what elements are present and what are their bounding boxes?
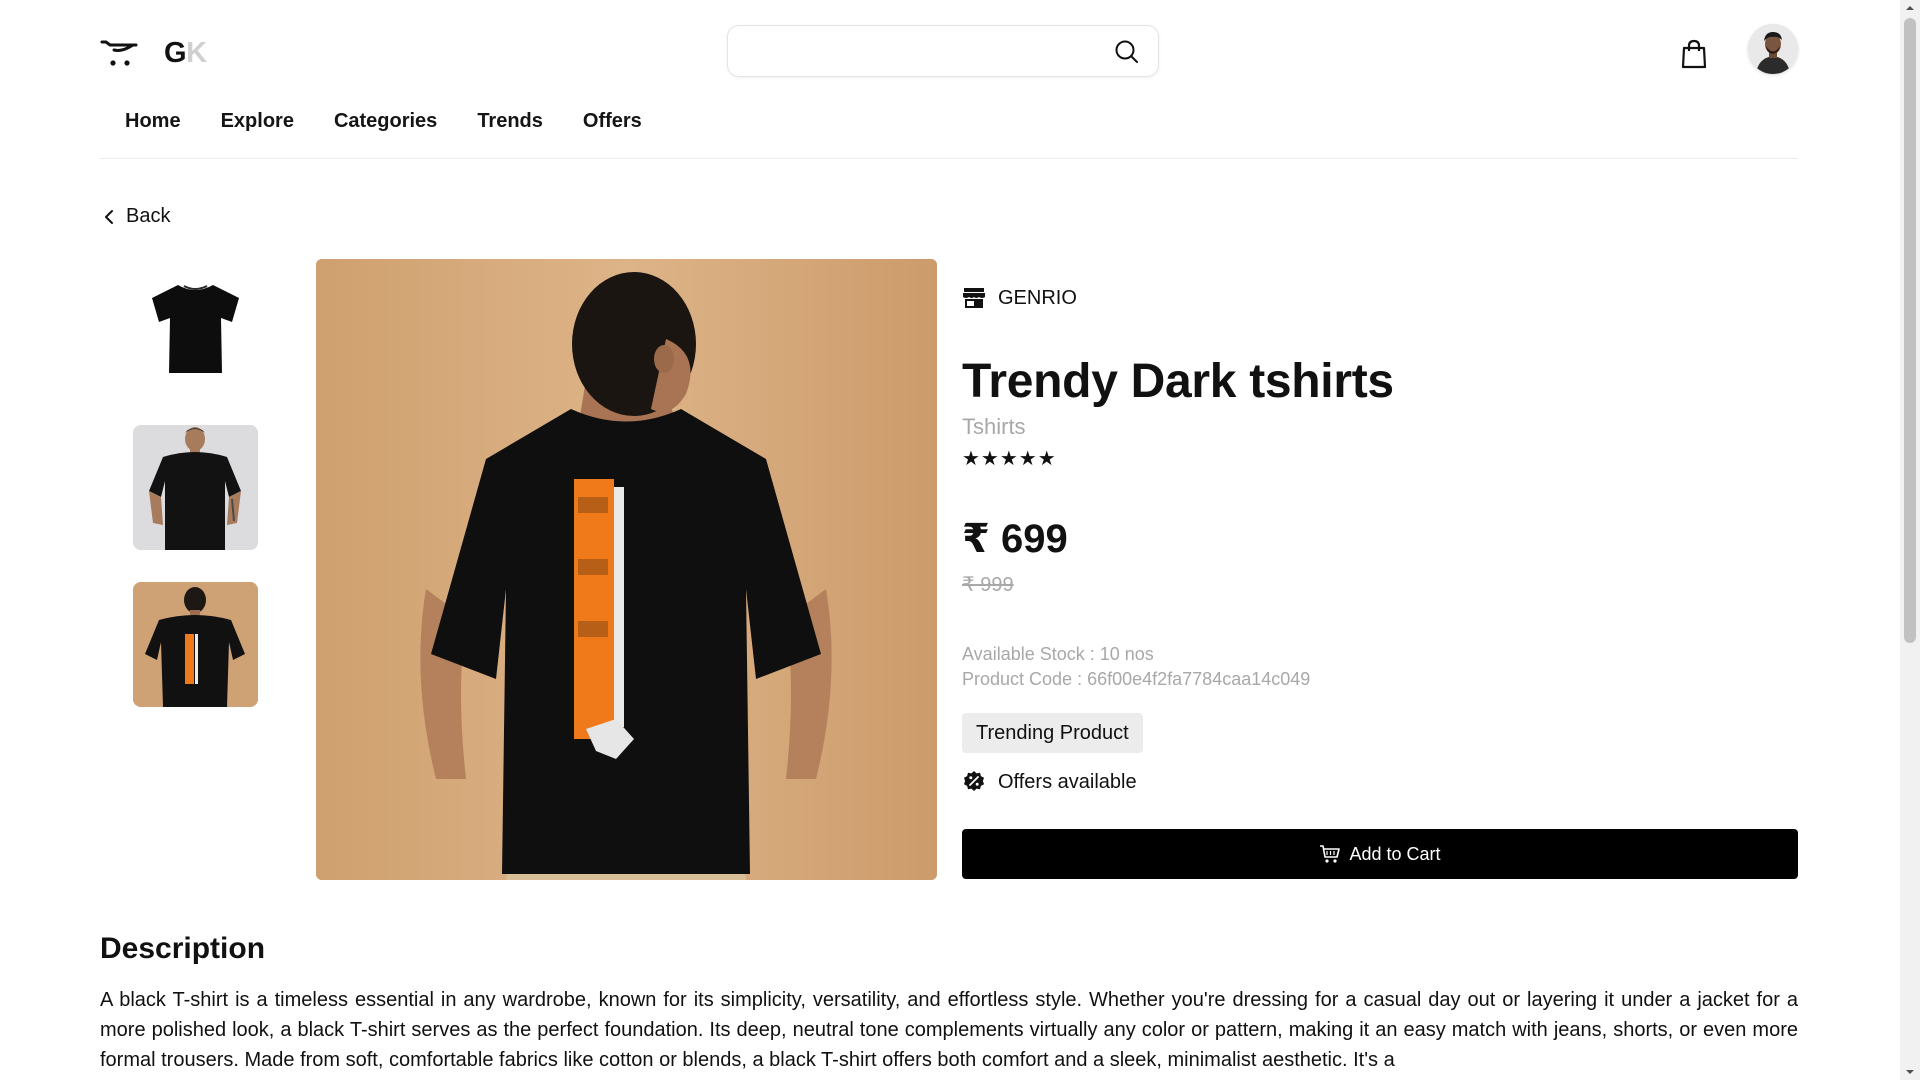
nav-explore[interactable]: Explore: [221, 110, 294, 133]
nav-home[interactable]: Home: [125, 110, 181, 133]
product-title: Trendy Dark tshirts: [962, 355, 1394, 408]
store-icon: [963, 288, 985, 308]
description-title: Description: [100, 932, 266, 965]
cart-icon: [1320, 845, 1341, 863]
product-code: Product Code : 66f00e4f2fa7784caa14c049: [962, 669, 1311, 689]
cart-logo-icon: [100, 40, 138, 66]
scroll-up-arrow-icon[interactable]: [1905, 3, 1915, 13]
page-scrollbar[interactable]: [1900, 0, 1920, 1080]
nav-categories[interactable]: Categories: [334, 110, 437, 133]
product-main-image[interactable]: [316, 259, 937, 880]
tshirt-image: [152, 285, 239, 373]
add-to-cart-label: Add to Cart: [1349, 843, 1441, 864]
avatar-image: [1748, 24, 1798, 74]
scrollbar-thumb[interactable]: [1904, 18, 1916, 643]
nav-offers[interactable]: Offers: [583, 110, 642, 133]
back-link[interactable]: Back: [102, 205, 170, 228]
rating-stars: ★★★★★: [962, 448, 1057, 470]
product-category: Tshirts: [962, 414, 1026, 439]
site-header: GK Home Explore Categories Trends Offers: [0, 0, 1900, 160]
logo[interactable]: GK: [100, 36, 207, 70]
chevron-left-icon: [105, 209, 113, 224]
user-avatar[interactable]: [1748, 24, 1798, 74]
model-back-image: [133, 582, 258, 707]
shopping-bag-icon[interactable]: [1680, 39, 1708, 69]
offers-available[interactable]: Offers available: [962, 770, 1137, 794]
search-icon[interactable]: [1114, 39, 1140, 65]
model-back-raw-image: [316, 259, 937, 880]
back-label: Back: [126, 205, 171, 227]
brand-name: GENRIO: [998, 286, 1077, 309]
add-to-cart-button[interactable]: Add to Cart: [962, 829, 1798, 879]
trending-tag: Trending Product: [962, 713, 1143, 753]
original-price: ₹ 999: [962, 574, 1014, 596]
scroll-down-arrow-icon[interactable]: [1905, 1067, 1915, 1077]
main-nav: Home Explore Categories Trends Offers: [125, 110, 642, 133]
nav-trends[interactable]: Trends: [477, 110, 543, 133]
product-page: GK Home Explore Categories Trends Offers…: [0, 0, 1920, 1080]
header-divider: [100, 158, 1798, 159]
thumbnail-tshirt-front[interactable]: [133, 268, 258, 393]
brand[interactable]: GENRIO: [962, 286, 1077, 310]
discount-badge-icon: [964, 771, 984, 791]
search-box: [727, 25, 1159, 77]
offers-label: Offers available: [998, 770, 1137, 793]
product-price: ₹ 699: [962, 517, 1068, 561]
thumbnail-model-front[interactable]: [133, 425, 258, 550]
model-front-image: [133, 425, 258, 550]
logo-text: GK: [164, 36, 207, 69]
description-text: A black T-shirt is a timeless essential …: [100, 989, 1798, 1071]
stock-info: Available Stock : 10 nos: [962, 644, 1154, 664]
search-input[interactable]: [742, 36, 1102, 68]
thumbnail-model-back[interactable]: [133, 582, 258, 707]
